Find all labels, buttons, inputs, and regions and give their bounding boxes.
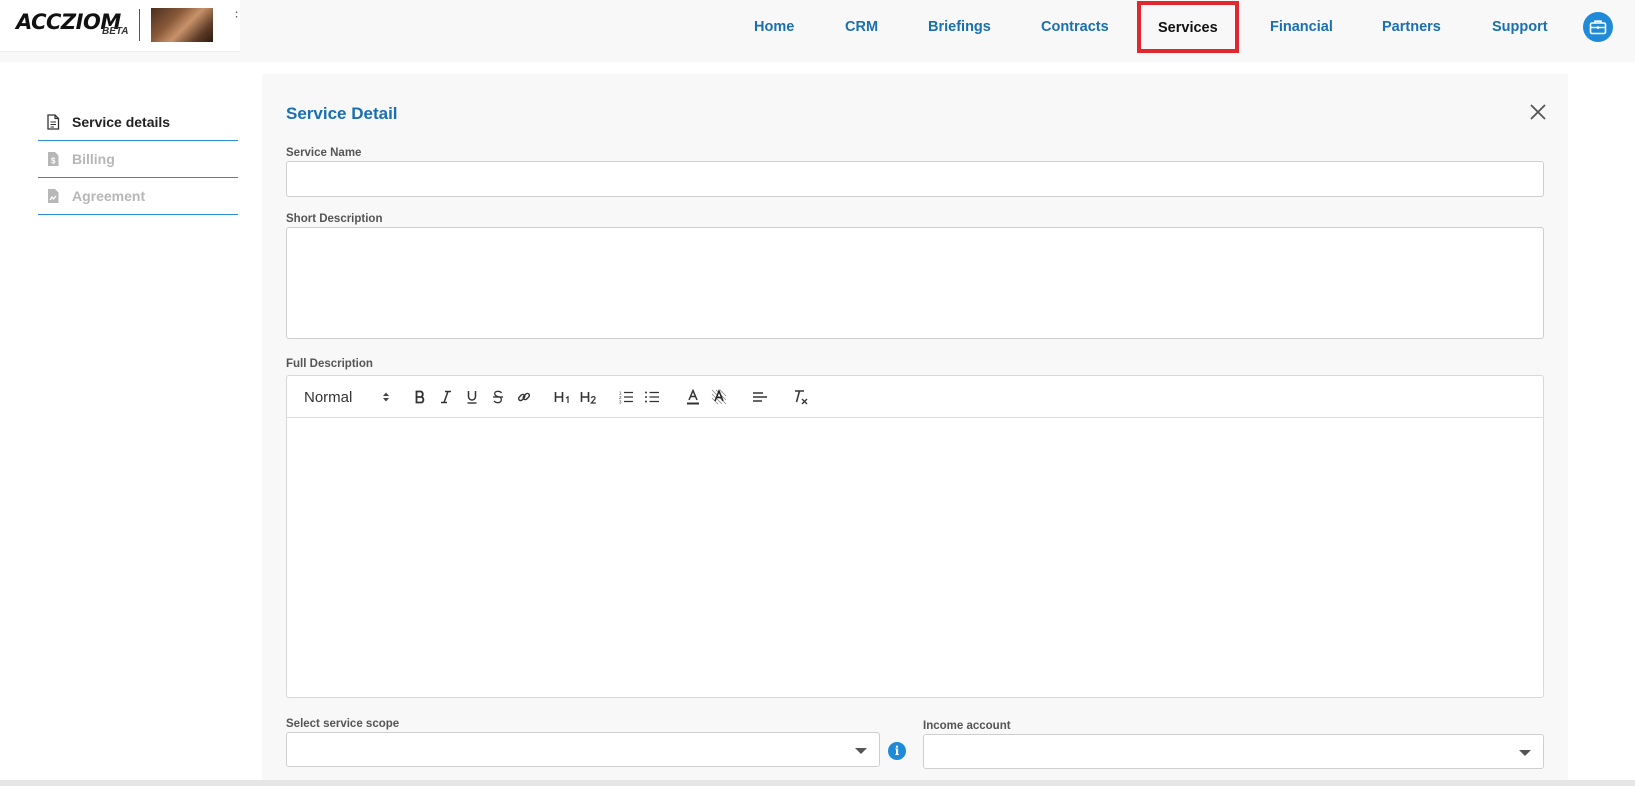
service-scope-label: Select service scope [286, 718, 400, 730]
nav-partners[interactable]: Partners [1382, 0, 1441, 52]
format-value: Normal [304, 388, 353, 406]
step-billing[interactable]: $ Billing [38, 141, 238, 178]
close-button[interactable] [1528, 102, 1548, 122]
step-label: Billing [72, 151, 115, 167]
bullet-list-icon [645, 391, 659, 403]
editor-content-area[interactable] [287, 418, 1543, 698]
link-button[interactable] [514, 388, 534, 406]
highlight-color-icon [711, 389, 727, 405]
ordered-list-button[interactable]: 123 [616, 388, 636, 406]
dropdown-caret-icon [855, 748, 867, 754]
panel-title: Service Detail [286, 104, 398, 123]
account-switcher-button[interactable] [1583, 12, 1613, 42]
income-account-label: Income account [923, 720, 1011, 732]
full-description-label: Full Description [286, 358, 373, 370]
briefcase-icon [1589, 20, 1607, 35]
bold-button[interactable] [410, 388, 430, 406]
close-icon [1530, 104, 1546, 120]
short-description-textarea[interactable] [286, 227, 1544, 339]
align-button[interactable] [750, 388, 770, 406]
dropdown-caret-icon [1519, 750, 1531, 756]
heading-2-button[interactable] [578, 388, 600, 406]
heading-2-icon [580, 392, 596, 404]
underline-icon [467, 391, 477, 404]
nav-services[interactable]: Services [1137, 1, 1239, 53]
signature-doc-icon [46, 188, 60, 204]
step-agreement[interactable]: Agreement [38, 178, 238, 215]
nav-financial[interactable]: Financial [1270, 0, 1333, 52]
ordered-list-icon: 123 [619, 391, 633, 405]
rich-text-editor: Normal 1 2 3 [286, 375, 1544, 698]
nav-crm[interactable]: CRM [845, 0, 878, 52]
beta-badge: BETA [102, 26, 129, 37]
updown-chevron-icon [383, 392, 390, 402]
strikethrough-button[interactable] [488, 388, 508, 406]
align-left-icon [753, 392, 767, 402]
short-description-label: Short Description [286, 213, 383, 225]
bullet-list-button[interactable] [642, 388, 662, 406]
clear-format-icon [795, 390, 808, 405]
logo-mark: ∶ [235, 8, 239, 22]
nav-home[interactable]: Home [754, 0, 794, 52]
company-photo [151, 8, 213, 42]
top-header: ACCZIOM BETA ∶ Home CRM Briefings Contra… [0, 0, 1635, 62]
nav-contracts[interactable]: Contracts [1041, 0, 1109, 52]
svg-text:$: $ [51, 157, 56, 166]
logo-divider [139, 9, 140, 41]
income-account-select[interactable] [923, 734, 1544, 769]
heading-1-button[interactable] [552, 388, 574, 406]
editor-toolbar: Normal 1 2 3 [287, 376, 1543, 418]
service-name-input[interactable] [286, 161, 1544, 197]
brand-area: ACCZIOM BETA ∶ [0, 0, 240, 52]
italic-button[interactable] [436, 388, 456, 406]
invoice-icon: $ [46, 151, 60, 167]
bold-icon [415, 390, 425, 404]
link-icon [517, 392, 531, 402]
italic-icon [441, 390, 451, 404]
step-label: Agreement [72, 188, 146, 204]
step-service-details[interactable]: Service details [38, 104, 238, 141]
text-format-select[interactable]: Normal [304, 386, 390, 408]
service-scope-select[interactable] [286, 732, 880, 767]
service-detail-panel: Service Detail Service Name Short Descri… [262, 74, 1568, 786]
clear-format-button[interactable] [791, 388, 811, 406]
nav-briefings[interactable]: Briefings [928, 0, 991, 52]
document-icon [46, 114, 60, 130]
step-label: Service details [72, 114, 171, 130]
service-steps-nav: Service details $ Billing Agreement [38, 104, 238, 215]
text-color-icon [687, 389, 699, 405]
bottom-scroll-edge [0, 780, 1635, 786]
background-color-button[interactable] [709, 388, 729, 406]
nav-support[interactable]: Support [1492, 0, 1548, 52]
heading-1-icon [554, 392, 569, 403]
underline-button[interactable] [462, 388, 482, 406]
text-color-button[interactable] [683, 388, 703, 406]
svg-text:3: 3 [619, 400, 622, 405]
strikethrough-icon [493, 390, 503, 404]
service-name-label: Service Name [286, 147, 362, 159]
info-icon[interactable]: i [888, 742, 906, 760]
